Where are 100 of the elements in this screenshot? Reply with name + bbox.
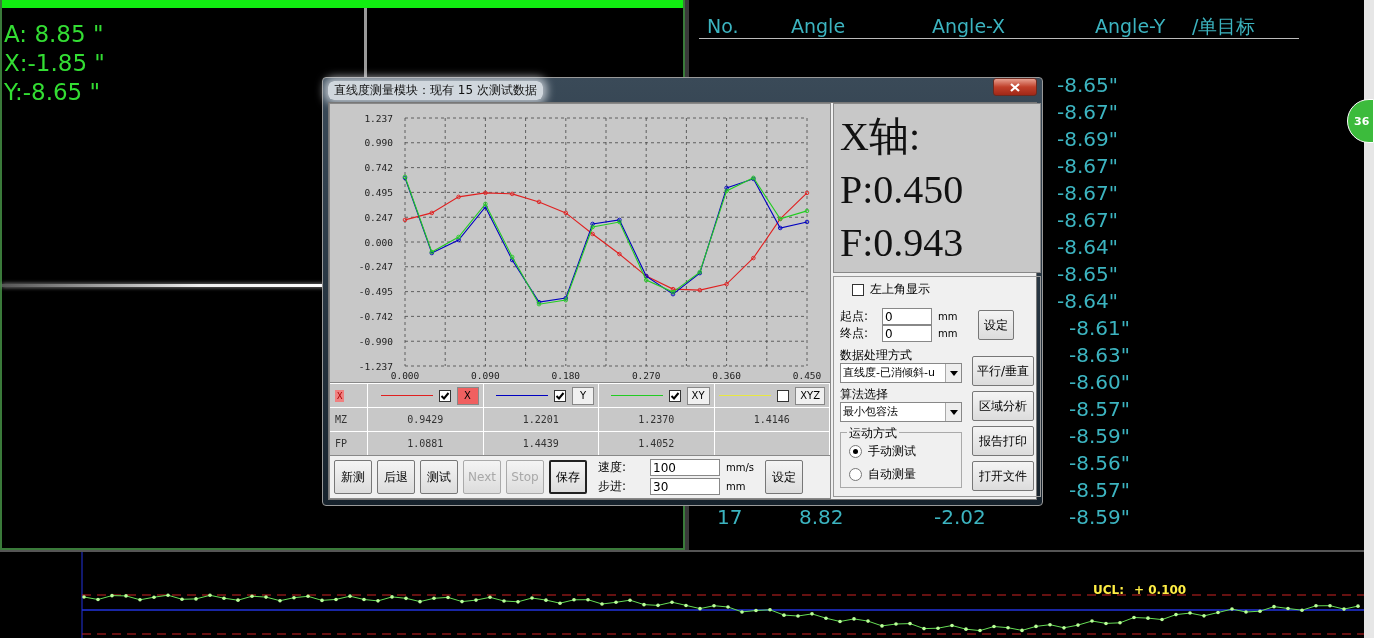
field-label: 算法选择	[840, 387, 889, 402]
radio-label: 手动测试	[868, 443, 916, 460]
input-field[interactable]: 100	[650, 459, 720, 476]
axis-tick-label: 0.180	[551, 370, 581, 381]
table-cell: -8.67"	[1057, 154, 1118, 178]
window-title: 直线度测量模块：现有 15 次测试数据	[328, 80, 543, 100]
axis-marker: X	[335, 389, 345, 402]
table-cell: -8.64"	[1057, 235, 1118, 259]
action-button[interactable]: 测试	[420, 460, 458, 494]
checkbox[interactable]	[777, 389, 790, 402]
angle-readout: Y:-8.65 "	[4, 78, 101, 107]
checkbox[interactable]	[668, 389, 681, 402]
tool-button[interactable]: 报告打印	[972, 426, 1035, 456]
table-cell: -8.67"	[1057, 100, 1118, 124]
column-header: No.	[707, 14, 740, 38]
set-button[interactable]: 设定	[765, 460, 803, 494]
column-header: Angle	[791, 14, 847, 38]
axis-tick-label: 0.000	[390, 370, 420, 381]
axis-tick-label: -0.990	[358, 335, 393, 347]
table-cell: 1.4146	[753, 414, 790, 425]
table-cell: -8.65"	[1057, 73, 1118, 97]
table-cell: -8.57"	[1069, 397, 1130, 421]
table-cell: -8.67"	[1057, 181, 1118, 205]
dropdown[interactable]: 最小包容法	[840, 402, 962, 422]
column-header: Angle-Y	[1095, 14, 1167, 38]
tool-button[interactable]: 区域分析	[972, 391, 1035, 421]
axis-tick-label: 0.090	[471, 370, 500, 381]
checkbox[interactable]	[852, 283, 864, 296]
series-button[interactable]: Y	[572, 386, 594, 405]
dropdown-arrow-icon	[949, 409, 958, 415]
table-cell: -2.02	[934, 505, 986, 529]
dropdown[interactable]: 直线度-已消倾斜-u	[840, 363, 962, 383]
axis-tick-label: -1.237	[358, 360, 393, 372]
checkbox-label: 左上角显示	[870, 281, 930, 298]
radio-button[interactable]	[849, 445, 862, 458]
table-cell: 1.2370	[638, 414, 675, 425]
group-title: 运动方式	[847, 425, 899, 442]
limit-label: UCL:	[1093, 583, 1124, 597]
series-button[interactable]: XY	[686, 386, 710, 405]
table-cell: 1.4052	[638, 438, 675, 449]
axis-tick-label: 0.990	[364, 137, 393, 149]
field-label: 起点:	[840, 308, 870, 325]
field-label: 终点:	[840, 325, 870, 342]
series-button[interactable]: X	[456, 386, 479, 405]
limit-value: + 0.100	[1134, 583, 1187, 597]
result-text: F:0.943	[840, 219, 965, 267]
table-cell: -8.67"	[1057, 208, 1118, 232]
tool-button[interactable]: 平行/垂直	[972, 356, 1035, 386]
action-button[interactable]: 保存	[549, 460, 587, 494]
axis-tick-label: -0.247	[358, 261, 393, 273]
table-cell: 0.9429	[407, 414, 444, 425]
table-cell: -8.63"	[1069, 343, 1130, 367]
table-cell: -8.69"	[1057, 127, 1118, 151]
field-label: 速度:	[598, 459, 628, 476]
table-cell: -8.60"	[1069, 370, 1130, 394]
checkbox[interactable]	[554, 389, 566, 402]
tool-button[interactable]: 打开文件	[972, 461, 1035, 491]
axis-tick-label: -0.742	[358, 310, 393, 322]
row-label: FP	[330, 432, 368, 455]
result-text: P:0.450	[840, 166, 965, 214]
action-button[interactable]: 后退	[377, 460, 415, 494]
close-icon	[1010, 82, 1020, 92]
angle-readout: A: 8.85 "	[4, 20, 104, 49]
table-cell: -8.64"	[1057, 289, 1118, 313]
table-cell: -8.59"	[1069, 505, 1130, 529]
field-label: 数据处理方式	[840, 348, 913, 363]
input-field[interactable]: 0	[882, 325, 932, 342]
unit-label: mm	[938, 311, 959, 322]
table-cell: -8.56"	[1069, 451, 1130, 475]
radio-button[interactable]	[849, 468, 862, 481]
radio-label: 自动测量	[868, 466, 916, 483]
row-label: MZ	[330, 408, 368, 431]
close-button[interactable]	[993, 78, 1037, 96]
table-cell: -8.61"	[1069, 316, 1130, 340]
table-cell: -8.65"	[1057, 262, 1118, 286]
axis-tick-label: 0.450	[792, 370, 822, 381]
axis-tick-label: 0.270	[631, 370, 661, 381]
table-cell: 1.0881	[407, 438, 444, 449]
input-field[interactable]: 0	[882, 308, 932, 325]
table-cell: -8.57"	[1069, 478, 1130, 502]
column-header: Angle-X	[932, 14, 1006, 38]
set-button[interactable]: 设定	[978, 310, 1014, 340]
action-button[interactable]: 新测	[334, 460, 372, 494]
table-cell: 8.82	[799, 505, 844, 529]
axis-tick-label: 0.495	[364, 186, 393, 198]
table-cell: 1.4439	[522, 438, 559, 449]
unit-label: mm	[726, 481, 747, 492]
series-button[interactable]: XYZ	[795, 386, 825, 405]
angle-readout: X:-1.85 "	[4, 49, 105, 78]
axis-tick-label: -0.495	[358, 286, 393, 298]
table-cell: 1.2201	[522, 414, 559, 425]
axis-tick-label: 0.000	[364, 236, 393, 248]
axis-tick-label: 1.237	[364, 112, 393, 124]
field-label: 步进:	[598, 478, 628, 495]
axis-tick-label: 0.742	[364, 162, 393, 174]
input-field[interactable]: 30	[650, 478, 720, 495]
table-cell: 17	[717, 505, 743, 529]
mode-label: /单目标	[1192, 14, 1257, 38]
unit-label: mm/s	[726, 462, 756, 473]
checkbox[interactable]	[438, 389, 451, 402]
